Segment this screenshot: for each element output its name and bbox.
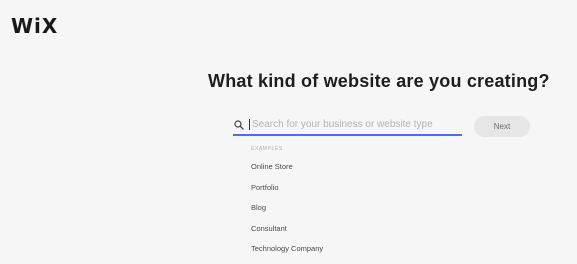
suggestion-blog[interactable]: Blog bbox=[251, 201, 323, 222]
page-title: What kind of website are you creating? bbox=[208, 71, 550, 91]
suggestion-portfolio[interactable]: Portfolio bbox=[251, 181, 323, 202]
examples-label: EXAMPLES bbox=[251, 146, 283, 152]
page: WiX What kind of website are you creatin… bbox=[0, 0, 577, 264]
suggestion-online-store[interactable]: Online Store bbox=[251, 160, 323, 181]
suggestion-technology-company[interactable]: Technology Company bbox=[251, 242, 323, 263]
search-input[interactable] bbox=[249, 118, 462, 130]
wix-logo[interactable]: WiX bbox=[11, 14, 58, 38]
search-icon bbox=[233, 118, 245, 130]
search-field[interactable] bbox=[233, 114, 462, 136]
suggestion-consultant[interactable]: Consultant bbox=[251, 222, 323, 243]
next-button[interactable]: Next bbox=[474, 116, 530, 137]
suggestions-list: Online Store Portfolio Blog Consultant T… bbox=[251, 160, 323, 263]
